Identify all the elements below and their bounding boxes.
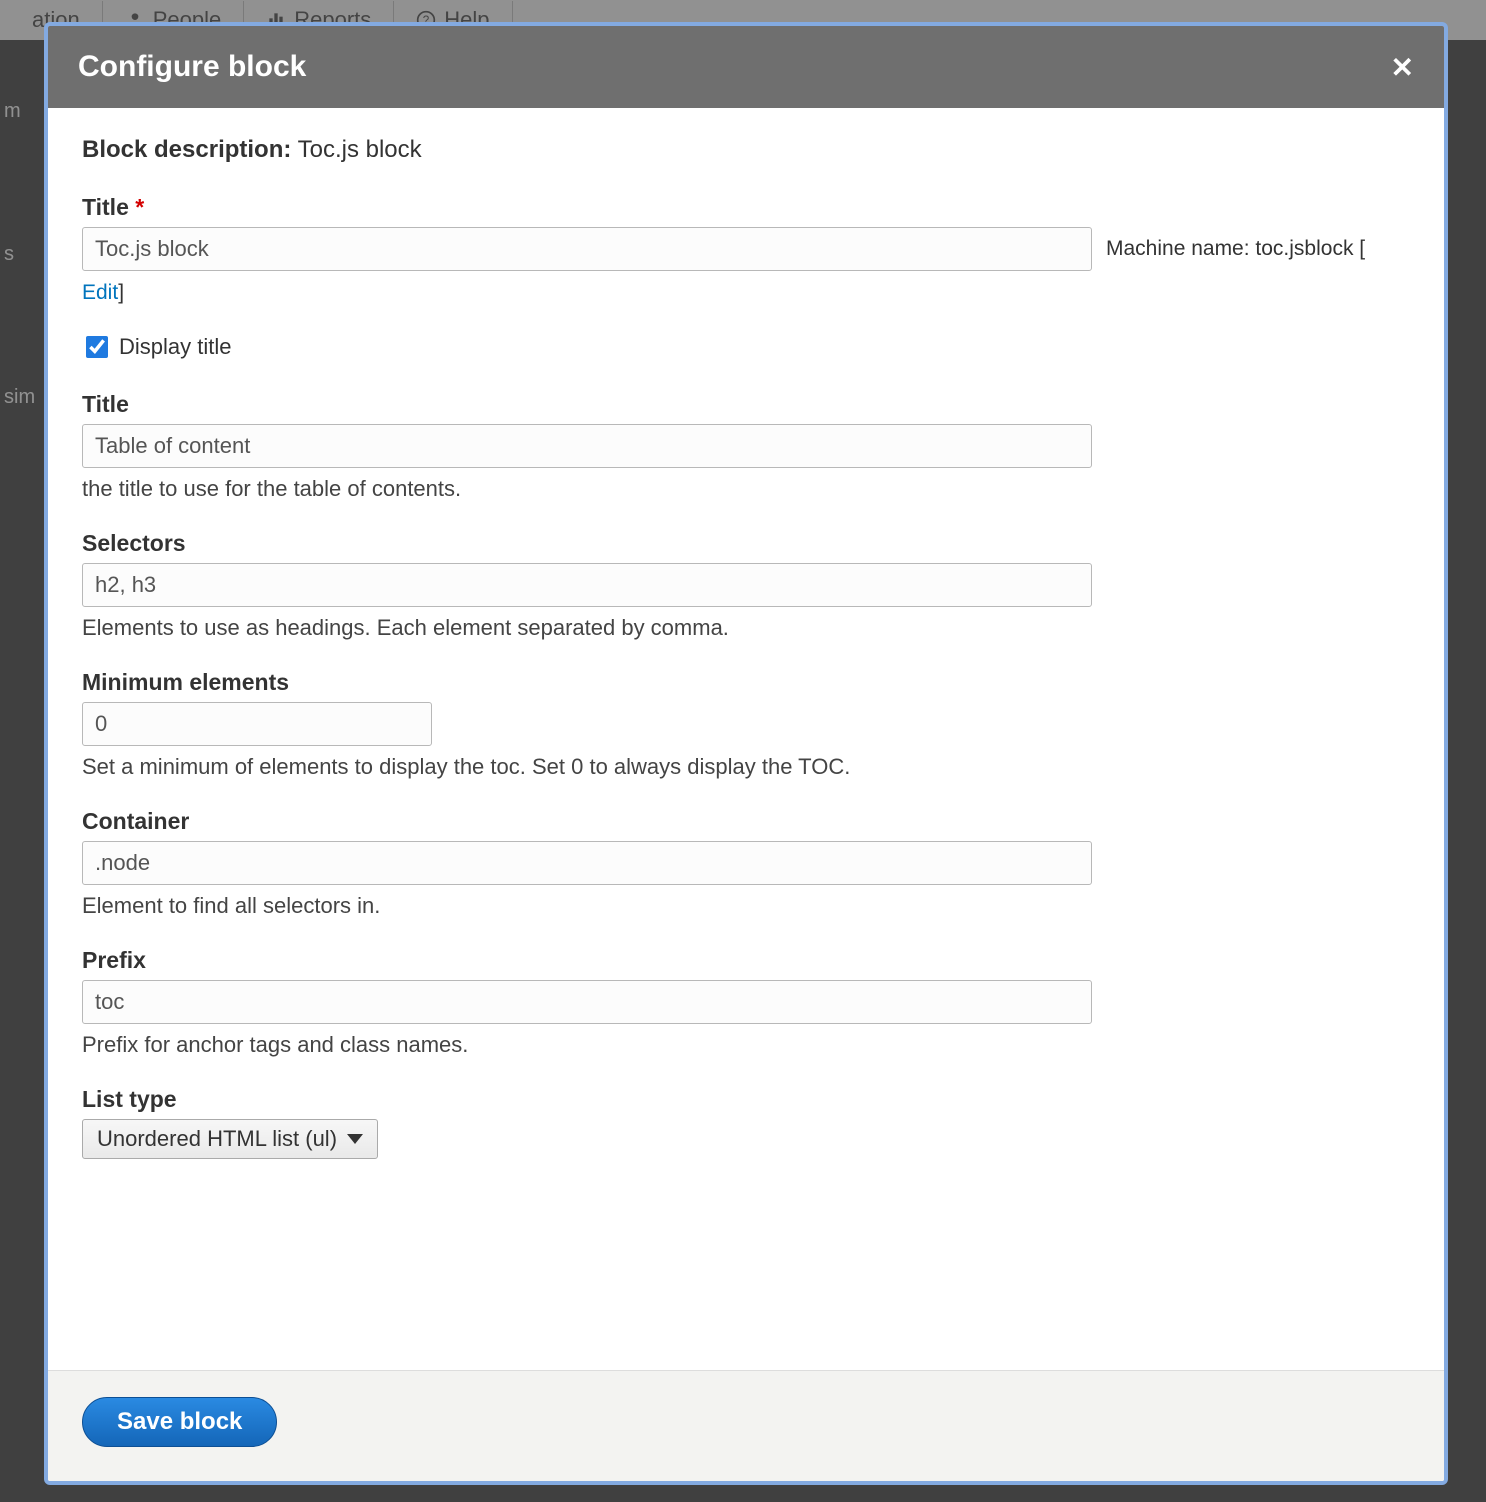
field-container: Container Element to find all selectors …: [82, 808, 1410, 919]
dialog-close-button[interactable]: ✕: [1391, 51, 1414, 84]
machine-name-edit-link[interactable]: Edit: [82, 281, 118, 304]
list-type-select[interactable]: Unordered HTML list (ul): [82, 1119, 378, 1159]
dialog-footer: Save block: [48, 1370, 1444, 1481]
selectors-desc: Elements to use as headings. Each elemen…: [82, 615, 1410, 641]
container-desc: Element to find all selectors in.: [82, 893, 1410, 919]
block-description-value: Toc.js block: [298, 136, 422, 163]
field-display-title: Display title: [82, 333, 1410, 361]
field-prefix: Prefix Prefix for anchor tags and class …: [82, 947, 1410, 1058]
dialog-body: Block description: Toc.js block Title * …: [48, 108, 1444, 1370]
block-description-label: Block description:: [82, 136, 291, 163]
machine-name-edit: Edit]: [82, 281, 1410, 305]
field-min-elements: Minimum elements Set a minimum of elemen…: [82, 669, 1410, 780]
dialog-header: Configure block ✕: [48, 26, 1444, 108]
machine-name-label: Machine name: toc.jsblock [: [1106, 237, 1365, 261]
min-elements-label: Minimum elements: [82, 669, 1410, 696]
display-title-checkbox[interactable]: [86, 336, 108, 358]
save-block-button[interactable]: Save block: [82, 1397, 277, 1447]
prefix-desc: Prefix for anchor tags and class names.: [82, 1032, 1410, 1058]
toc-title-desc: the title to use for the table of conten…: [82, 476, 1410, 502]
container-input[interactable]: [82, 841, 1092, 885]
chevron-down-icon: [347, 1134, 363, 1144]
required-marker: *: [135, 194, 144, 220]
prefix-label: Prefix: [82, 947, 1410, 974]
selectors-label: Selectors: [82, 530, 1410, 557]
min-elements-desc: Set a minimum of elements to display the…: [82, 754, 1410, 780]
main-title-label: Title: [82, 194, 129, 220]
container-label: Container: [82, 808, 1410, 835]
field-selectors: Selectors Elements to use as headings. E…: [82, 530, 1410, 641]
field-list-type: List type Unordered HTML list (ul): [82, 1086, 1410, 1159]
configure-block-dialog: Configure block ✕ Block description: Toc…: [44, 22, 1448, 1485]
list-type-value: Unordered HTML list (ul): [97, 1126, 337, 1152]
toc-title-label: Title: [82, 391, 1410, 418]
prefix-input[interactable]: [82, 980, 1092, 1024]
block-description: Block description: Toc.js block: [82, 136, 1410, 164]
dialog-title: Configure block: [78, 50, 306, 84]
field-main-title: Title * Machine name: toc.jsblock [ Edit…: [82, 194, 1410, 305]
main-title-input[interactable]: [82, 227, 1092, 271]
field-toc-title: Title the title to use for the table of …: [82, 391, 1410, 502]
toc-title-input[interactable]: [82, 424, 1092, 468]
display-title-label: Display title: [119, 334, 231, 360]
selectors-input[interactable]: [82, 563, 1092, 607]
min-elements-input[interactable]: [82, 702, 432, 746]
list-type-label: List type: [82, 1086, 1410, 1113]
